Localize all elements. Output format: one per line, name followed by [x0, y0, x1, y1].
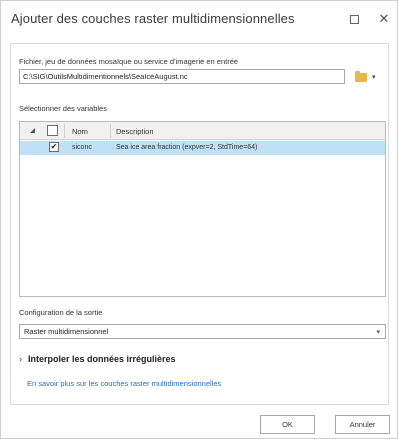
cancel-button[interactable]: Annuler: [335, 415, 390, 434]
close-icon: ✕: [378, 11, 390, 26]
maximize-icon: [349, 14, 359, 24]
dialog-title: Ajouter des couches raster multidimensio…: [11, 11, 295, 26]
variable-description: Sea ice area fraction (expver=2, StdTime…: [116, 144, 258, 151]
folder-icon: [355, 70, 367, 82]
table-header: Nom Description: [20, 122, 385, 140]
column-header-description[interactable]: Description: [116, 127, 154, 136]
collapse-all-icon[interactable]: [30, 128, 35, 133]
select-variables-label: Sélectionner des variables: [19, 104, 107, 113]
interpolate-label: Interpoler les données irrégulières: [28, 354, 176, 364]
chevron-right-icon: ›: [19, 354, 22, 364]
help-link[interactable]: En savoir plus sur les couches raster mu…: [27, 379, 221, 388]
variable-name: siconc: [72, 144, 92, 151]
chevron-down-icon: ▾: [376, 329, 380, 336]
column-divider[interactable]: [64, 124, 65, 138]
close-button[interactable]: ✕: [371, 7, 397, 31]
column-header-name[interactable]: Nom: [72, 127, 88, 136]
title-bar: Ajouter des couches raster multidimensio…: [1, 1, 397, 37]
checkmark-icon: ✔: [50, 142, 58, 151]
output-config-value: Raster multidimensionnel: [24, 327, 109, 336]
table-row[interactable]: ✔ siconc Sea ice area fraction (expver=2…: [20, 141, 385, 155]
interpolate-expander[interactable]: › Interpoler les données irrégulières: [19, 352, 176, 366]
output-config-select[interactable]: Raster multidimensionnel ▾: [19, 324, 386, 339]
input-file-label: Fichier, jeu de données mosaïque ou serv…: [19, 57, 239, 66]
column-divider[interactable]: [110, 124, 111, 138]
add-multidimensional-raster-dialog: Ajouter des couches raster multidimensio…: [0, 0, 398, 439]
ok-button[interactable]: OK: [260, 415, 315, 434]
select-all-checkbox[interactable]: [47, 125, 58, 136]
maximize-button[interactable]: [341, 7, 367, 31]
input-file-field[interactable]: C:\SIG\OutilsMultidimentionnels\SeaIceAu…: [19, 69, 345, 84]
browse-button[interactable]: ▾: [351, 69, 385, 85]
output-config-label: Configuration de la sortie: [19, 308, 103, 317]
variable-checkbox[interactable]: ✔: [49, 142, 59, 152]
browse-dropdown-icon[interactable]: ▾: [372, 73, 376, 81]
variables-table: Nom Description ✔ siconc Sea ice area fr…: [19, 121, 386, 297]
